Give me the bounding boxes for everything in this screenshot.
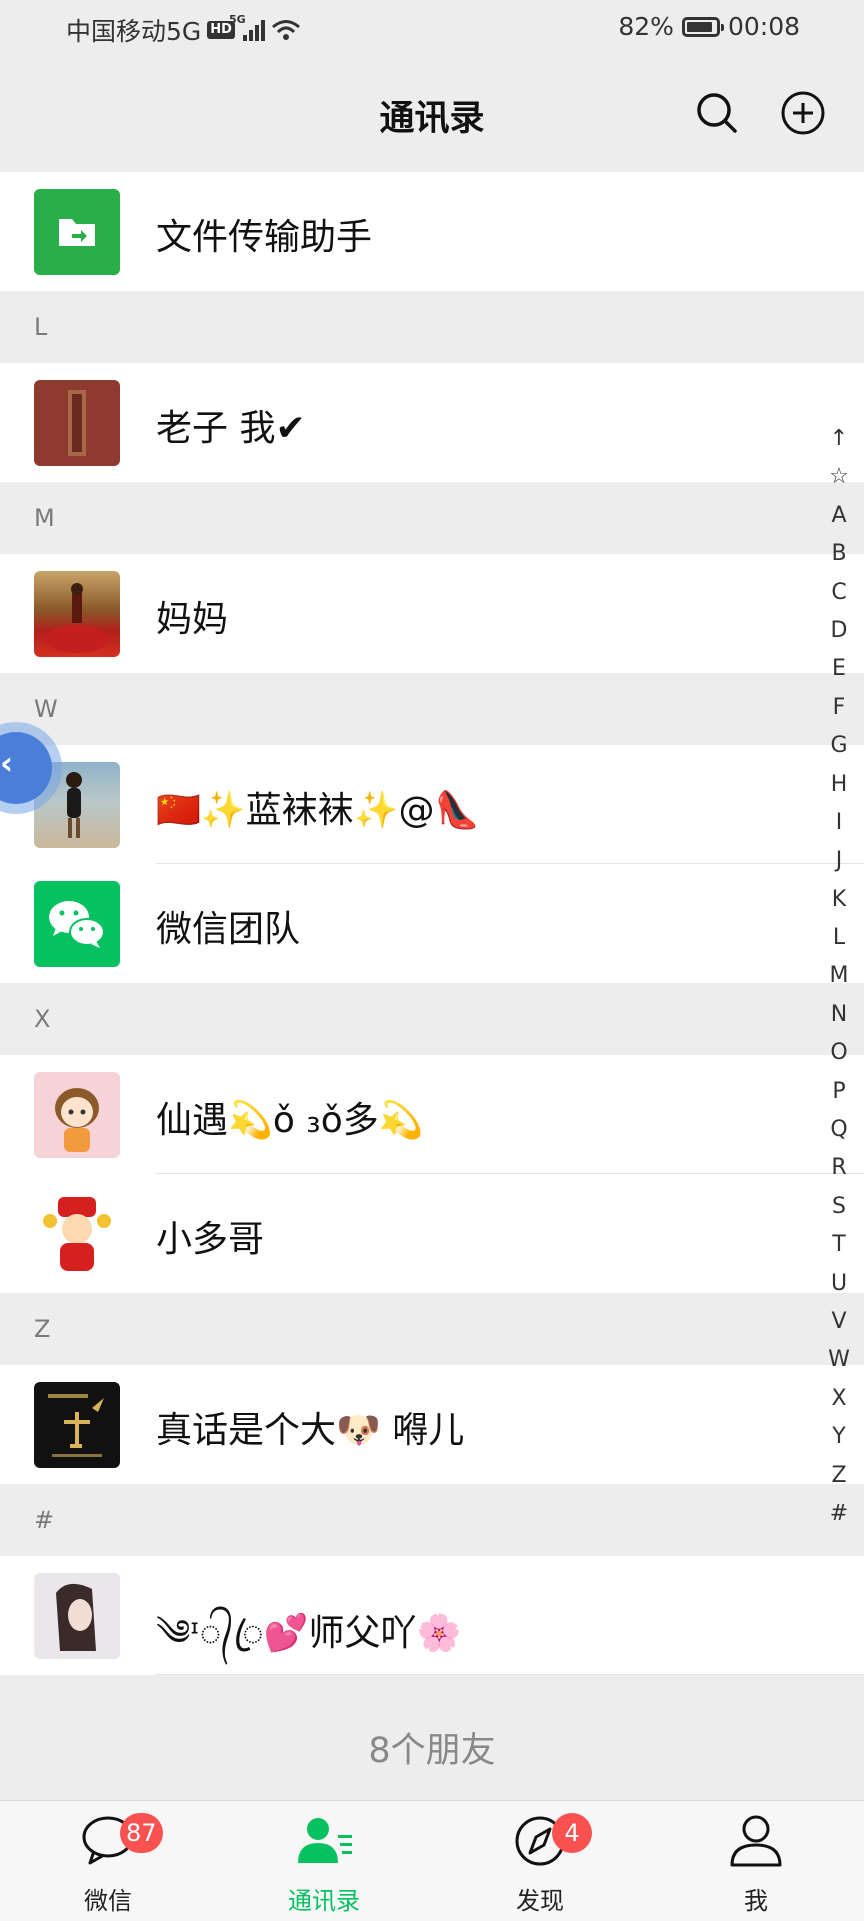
signal-5g-label: 5G <box>228 13 246 26</box>
carrier-name: 中国移动5G <box>66 17 202 46</box>
status-left: 中国移动5G HD 5G <box>66 12 301 48</box>
index-letter[interactable]: A <box>822 497 856 535</box>
index-letter[interactable]: Q <box>822 1111 856 1149</box>
tab-me[interactable]: 我 <box>648 1801 864 1921</box>
row-divider <box>156 1674 864 1675</box>
battery-percent: 82% <box>618 12 674 41</box>
contact-row[interactable]: 妈妈 <box>0 554 864 673</box>
section-letter: W <box>34 695 58 723</box>
index-letter[interactable]: R <box>822 1149 856 1187</box>
index-letter[interactable]: C <box>822 574 856 612</box>
section-header: Z <box>0 1295 864 1365</box>
contact-name: 小多哥 <box>156 1219 265 1260</box>
contacts-icon <box>298 1818 352 1863</box>
chevron-left-icon: ‹ <box>0 744 14 782</box>
index-letter[interactable]: H <box>822 766 856 804</box>
contact-name: 微信团队 <box>156 909 301 950</box>
index-letter[interactable]: V <box>822 1303 856 1341</box>
contact-row[interactable]: 仙遇💫ǒ ₃ǒ多💫 <box>0 1055 864 1174</box>
section-header: # <box>0 1486 864 1556</box>
index-letter[interactable]: K <box>822 881 856 919</box>
index-letter[interactable]: P <box>822 1073 856 1111</box>
contact-name: 仙遇💫ǒ ₃ǒ多💫 <box>156 1100 424 1141</box>
contact-avatar <box>34 1072 120 1158</box>
index-letter[interactable]: ☆ <box>822 458 856 496</box>
index-letter[interactable]: B <box>822 535 856 573</box>
section-header: X <box>0 985 864 1055</box>
index-letter[interactable]: Z <box>822 1457 856 1495</box>
header: 通讯录 <box>0 60 864 172</box>
index-letter[interactable]: G <box>822 727 856 765</box>
folder-transfer-icon <box>34 189 120 275</box>
index-letter[interactable]: F <box>822 689 856 727</box>
battery-icon <box>681 16 724 37</box>
contact-avatar <box>34 380 120 466</box>
section-header: M <box>0 484 864 554</box>
tab-label: 发现 <box>516 1887 564 1915</box>
index-letter[interactable]: M <box>822 957 856 995</box>
wechat-logo-icon <box>34 881 120 967</box>
section-letter: M <box>34 504 55 532</box>
contact-name: 老子 我✔ <box>156 408 306 449</box>
tab-label: 我 <box>744 1887 768 1915</box>
index-letter[interactable]: W <box>822 1341 856 1379</box>
index-letter[interactable]: D <box>822 612 856 650</box>
section-header: W <box>0 675 864 745</box>
tab-discover[interactable]: 4 发现 <box>432 1801 648 1921</box>
contact-name: 真话是个大🐶 嘚儿 <box>156 1410 465 1451</box>
tab-contacts[interactable]: 通讯录 <box>216 1801 432 1921</box>
contact-name: 妈妈 <box>156 599 229 640</box>
contact-row[interactable]: ༄ᶦ᭄ꦿ💕师父吖🌸 <box>0 1556 864 1675</box>
unread-badge: 4 <box>552 1813 592 1853</box>
contact-avatar <box>34 1573 120 1659</box>
unread-badge: 87 <box>120 1813 163 1853</box>
contact-row[interactable]: 🇨🇳✨蓝袜袜✨@👠 <box>0 745 864 864</box>
friend-count: 8个朋友 <box>368 1731 496 1771</box>
index-letter[interactable]: S <box>822 1188 856 1226</box>
contact-avatar <box>34 1382 120 1468</box>
index-letter[interactable]: L <box>822 919 856 957</box>
index-letter[interactable]: O <box>822 1034 856 1072</box>
file-transfer-row[interactable]: 文件传输助手 <box>0 172 864 291</box>
contact-row[interactable]: 小多哥 <box>0 1174 864 1293</box>
wifi-icon <box>271 20 300 40</box>
index-letter[interactable]: J <box>822 842 856 880</box>
tab-label: 微信 <box>84 1887 132 1915</box>
clock: 00:08 <box>727 12 800 41</box>
contact-avatar <box>34 571 120 657</box>
index-letter[interactable]: I <box>822 804 856 842</box>
tab-chats[interactable]: 87 微信 <box>0 1801 216 1921</box>
alphabet-index[interactable]: ↑ ☆ A B C D E F G H I J K L M N O P Q R S T U V W X Y Z # <box>822 420 856 1533</box>
section-letter: Z <box>34 1315 51 1343</box>
index-letter[interactable]: E <box>822 650 856 688</box>
add-circle-icon[interactable] <box>778 88 828 138</box>
index-letter[interactable]: U <box>822 1265 856 1303</box>
contact-name: 🇨🇳✨蓝袜袜✨@👠 <box>156 790 480 831</box>
index-letter[interactable]: T <box>822 1226 856 1264</box>
section-letter: X <box>34 1005 51 1033</box>
status-bar: 中国移动5G HD 5G 82% 00:08 <box>0 0 864 60</box>
contact-row[interactable]: 微信团队 <box>0 864 864 983</box>
contact-row[interactable]: 真话是个大🐶 嘚儿 <box>0 1365 864 1484</box>
section-letter: L <box>34 313 48 341</box>
index-letter[interactable]: ↑ <box>822 420 856 458</box>
index-letter[interactable]: # <box>822 1495 856 1533</box>
file-transfer-label: 文件传输助手 <box>156 217 373 258</box>
section-header: L <box>0 293 864 363</box>
index-letter[interactable]: Y <box>822 1418 856 1456</box>
search-icon[interactable] <box>692 88 742 138</box>
contact-row[interactable]: 老子 我✔ <box>0 363 864 482</box>
index-letter[interactable]: X <box>822 1380 856 1418</box>
bottom-tab-bar: 87 微信 通讯录 4 发现 我 <box>0 1800 864 1921</box>
person-icon <box>730 1815 782 1867</box>
contact-name: ༄ᶦ᭄ꦿ💕师父吖🌸 <box>156 1613 462 1654</box>
index-letter[interactable]: N <box>822 996 856 1034</box>
signal-icon: 5G <box>229 13 265 41</box>
contact-avatar <box>34 1191 120 1277</box>
section-letter: # <box>34 1506 55 1534</box>
status-right: 82% 00:08 <box>618 12 800 41</box>
tab-label: 通讯录 <box>288 1887 360 1915</box>
